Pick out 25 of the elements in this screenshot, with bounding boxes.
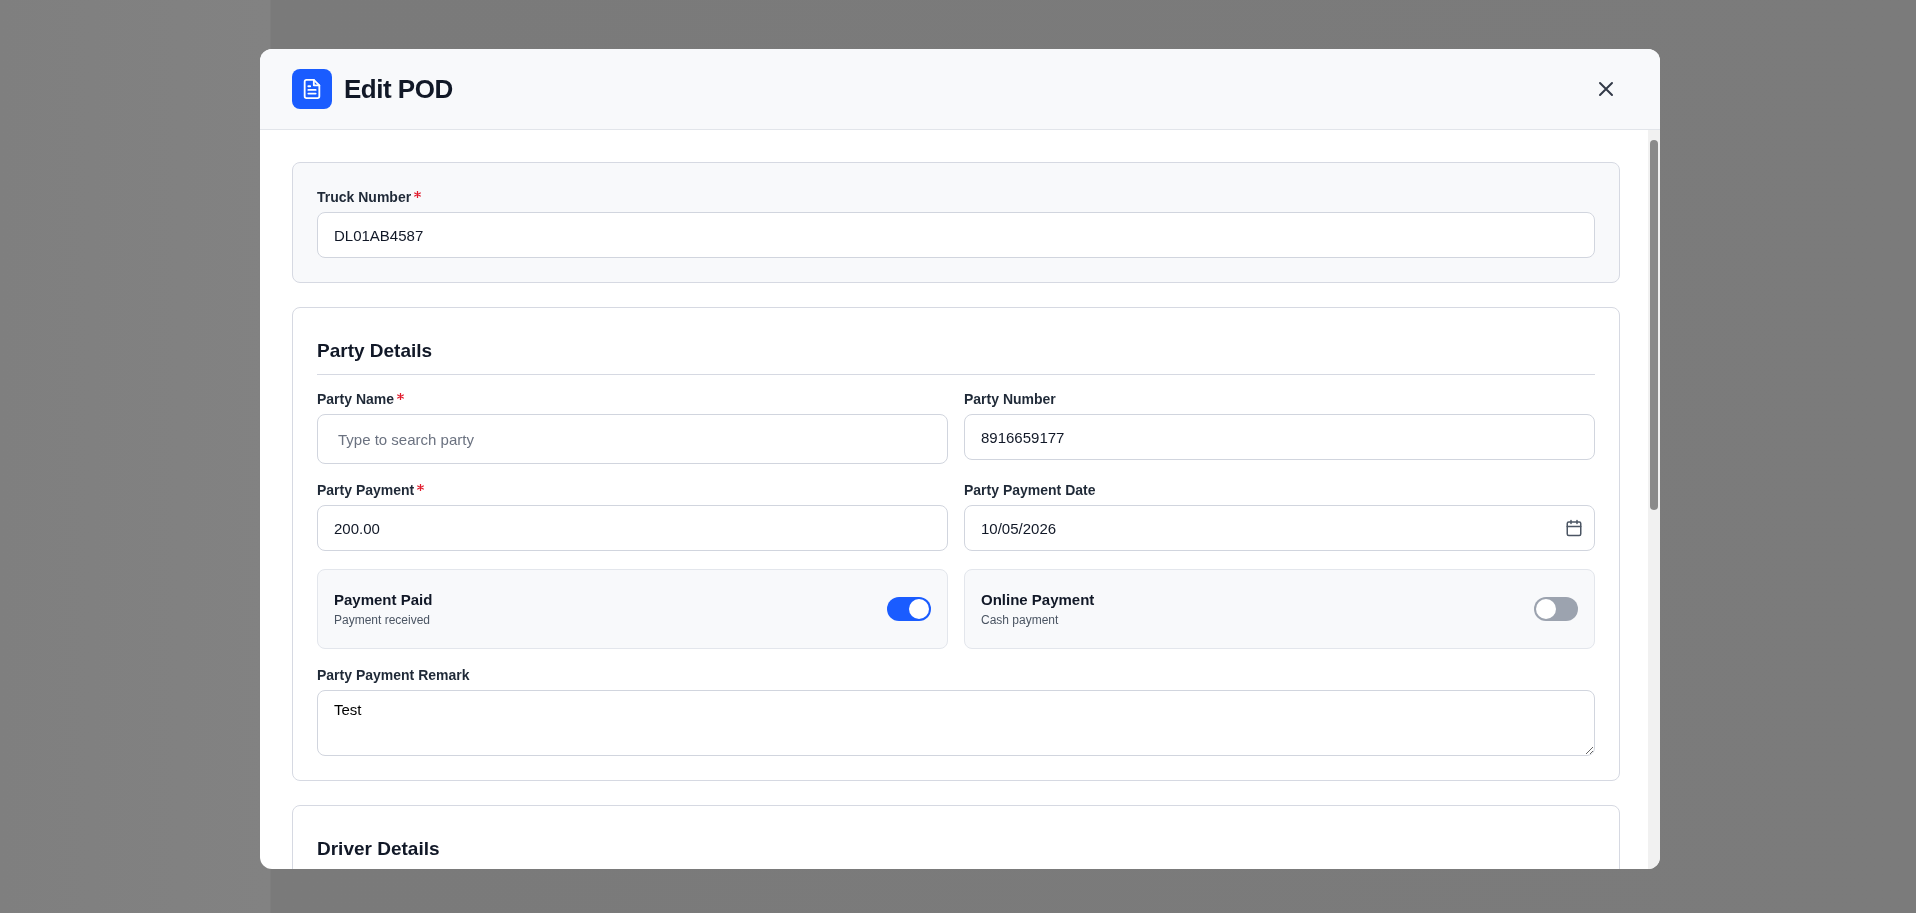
dialog-title: Edit POD — [344, 73, 454, 105]
field-label: Truck Number — [317, 189, 412, 205]
calendar-icon[interactable] — [1565, 519, 1583, 537]
field-label: Party Name — [317, 391, 395, 407]
toggle-switch[interactable] — [887, 597, 931, 621]
document-icon — [292, 69, 332, 109]
toggle-label: Online Payment — [981, 591, 1095, 608]
toggle-description: Payment received — [334, 613, 432, 627]
toggle-label: Payment Paid — [334, 591, 433, 608]
field-label: Party Payment Date — [964, 482, 1096, 498]
section-title: Party Details — [317, 332, 1595, 375]
field-label: Party Payment Remark — [317, 667, 470, 683]
toggle-description: Cash payment — [981, 613, 1060, 627]
input-field[interactable]: 8916659177 — [964, 414, 1595, 460]
field-label: Party Number — [964, 391, 1056, 407]
field-label: Party Payment — [317, 482, 415, 498]
scrollbar[interactable] — [1648, 130, 1660, 869]
input-field[interactable]: DL01AB4587 — [317, 212, 1595, 258]
input-field[interactable]: Type to search party — [317, 414, 948, 464]
date-field[interactable]: 10/05/2026 — [964, 505, 1595, 551]
section-title: Driver Details — [317, 830, 1595, 869]
toggle-switch[interactable] — [1534, 597, 1578, 621]
close-icon[interactable] — [1596, 79, 1616, 99]
input-field[interactable]: 200.00 — [317, 505, 948, 551]
remark-field[interactable]: Test — [317, 690, 1595, 756]
